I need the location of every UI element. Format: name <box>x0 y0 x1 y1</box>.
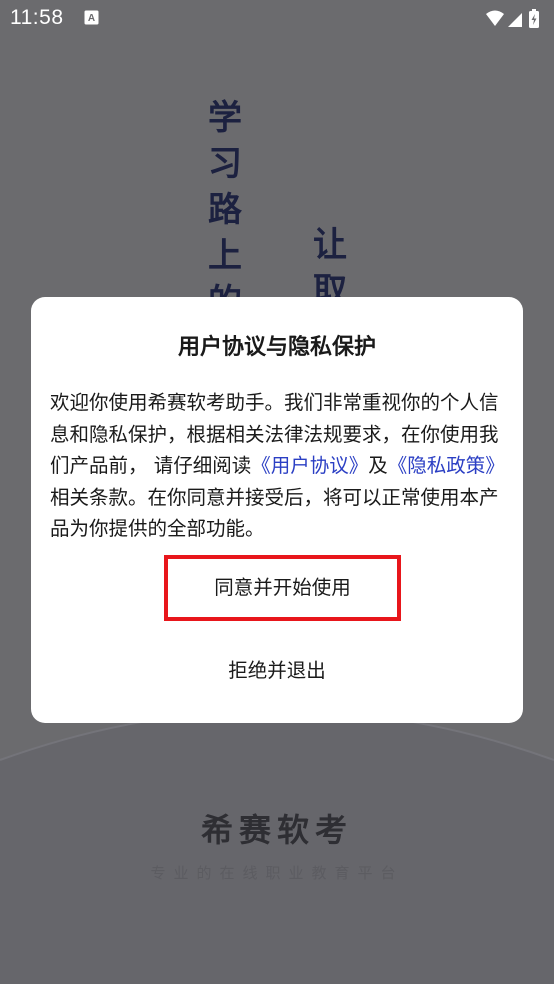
dialog-body: 欢迎你使用希赛软考助手。我们非常重视你的个人信息和隐私保护，根据相关法律法规要求… <box>50 387 510 545</box>
dialog-body-text-end: 相关条款。在你同意并接受后，将可以正常使用本产品为你提供的全部功能。 <box>50 485 499 541</box>
signal-icon <box>508 13 522 27</box>
user-agreement-link[interactable]: 《用户协议》 <box>251 454 368 477</box>
system-icons <box>486 9 539 28</box>
calligraphy-char: 习 <box>208 144 242 184</box>
battery-charging-icon <box>529 9 539 28</box>
wifi-icon <box>486 10 504 26</box>
status-bar: 11:58 A <box>0 0 554 38</box>
brand-slogan: 专业的在线职业教育平台 <box>150 864 404 882</box>
calligraphy-char: 让 <box>313 225 347 265</box>
calligraphy-column-left: 学 习 路 上 的 <box>205 95 245 325</box>
calligraphy-char: 学 <box>208 98 242 138</box>
privacy-dialog: 用户协议与隐私保护 欢迎你使用希赛软考助手。我们非常重视你的个人信息和隐私保护，… <box>31 297 523 723</box>
status-time: 11:58 <box>10 6 64 29</box>
calligraphy-char: 路 <box>208 190 242 230</box>
dialog-title: 用户协议与隐私保护 <box>177 335 376 360</box>
brand-name: 希赛软考 <box>200 811 353 849</box>
privacy-policy-link[interactable]: 《隐私政策》 <box>388 454 505 477</box>
dialog-body-and: 及 <box>368 454 388 477</box>
a-box-icon: A <box>84 10 99 25</box>
svg-text:A: A <box>88 13 95 24</box>
refuse-and-exit-button[interactable]: 拒绝并退出 <box>177 649 377 693</box>
calligraphy-char: 上 <box>208 236 242 276</box>
agree-and-start-button[interactable]: 同意并开始使用 <box>164 555 401 621</box>
